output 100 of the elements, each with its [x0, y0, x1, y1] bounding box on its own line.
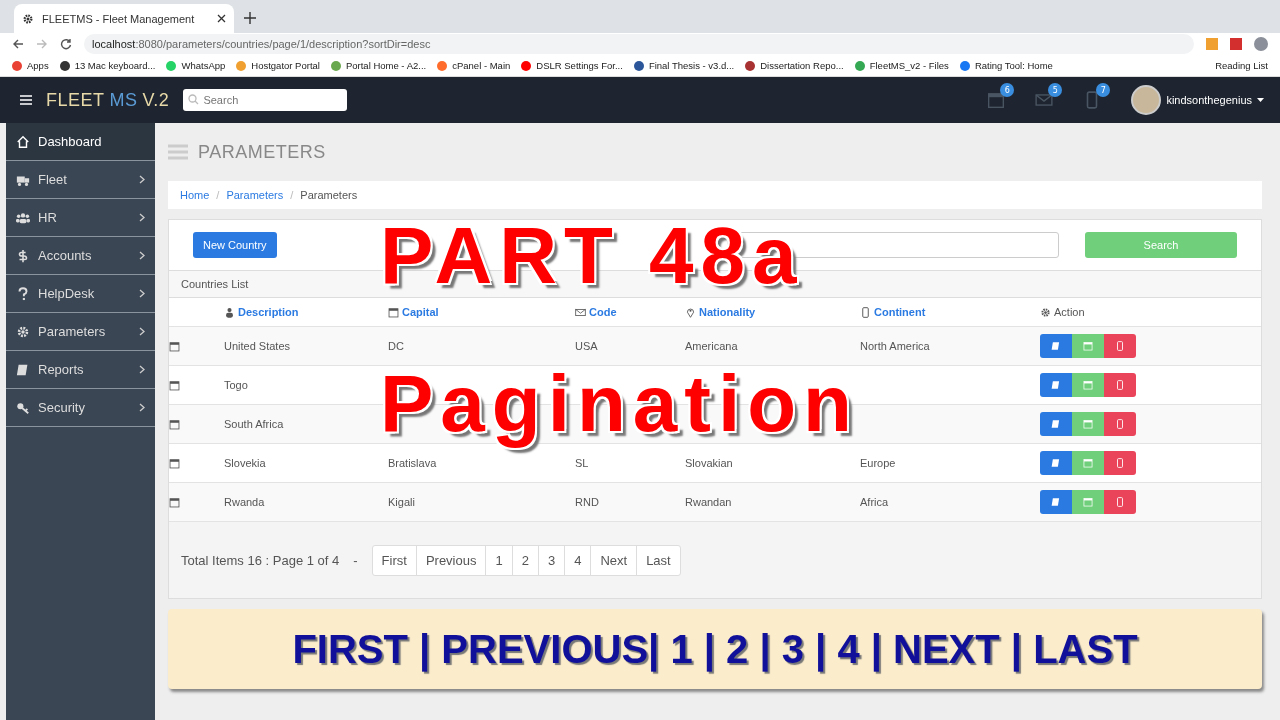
- delete-button[interactable]: [1104, 373, 1136, 397]
- page-link[interactable]: First: [372, 545, 417, 575]
- table-cell-text: Slovekia: [224, 457, 267, 469]
- bookmark[interactable]: Apps: [12, 60, 49, 71]
- page-link[interactable]: 2: [512, 545, 539, 575]
- count-badge: 6: [1000, 83, 1015, 97]
- table-cell-text: Slovakian: [685, 457, 734, 469]
- separator-dash: -: [353, 552, 358, 568]
- view-button[interactable]: [1040, 412, 1072, 436]
- title-banner: FIRST | PREVIOUS| 1 | 2 | 3 | 4 | NEXT | LAST: [168, 609, 1262, 689]
- table-cell-text: United States: [224, 340, 292, 352]
- new-tab-icon[interactable]: [244, 12, 256, 24]
- home-icon: [16, 134, 30, 149]
- chevron-icon: [139, 289, 145, 298]
- column-header: Action: [1054, 306, 1085, 318]
- count-badge: 5: [1048, 83, 1063, 97]
- bookmark[interactable]: WhatsApp: [166, 60, 226, 71]
- breadcrumb-separator: /: [290, 189, 294, 201]
- page-link[interactable]: Previous: [416, 545, 487, 575]
- person-icon: [224, 306, 235, 318]
- sidebar-item[interactable]: Dashboard: [6, 123, 155, 161]
- page-title: PARAMETERS: [198, 141, 326, 163]
- table-cell-text: North America: [860, 340, 931, 352]
- delete-button[interactable]: [1104, 412, 1136, 436]
- title-overlay: Pagination: [380, 358, 860, 450]
- row-icon: [169, 340, 180, 352]
- sidebar-item[interactable]: Parameters: [6, 313, 155, 351]
- question-icon: [16, 286, 30, 301]
- sidebar-item[interactable]: Fleet: [6, 161, 155, 199]
- title-overlay: PART 48a: [380, 210, 805, 302]
- calendar-icon: [388, 306, 399, 318]
- view-button[interactable]: [1040, 451, 1072, 475]
- chevron-icon: [139, 213, 145, 222]
- chevron-icon: [139, 403, 145, 412]
- view-button[interactable]: [1040, 334, 1072, 358]
- chevron-icon: [139, 251, 145, 260]
- reload-icon[interactable]: [60, 38, 72, 50]
- breadcrumb-separator: /: [216, 189, 220, 201]
- column-header[interactable]: Nationality: [699, 306, 756, 318]
- delete-button[interactable]: [1104, 334, 1136, 358]
- chevron-icon: [139, 365, 145, 374]
- breadcrumb-link[interactable]: Parameters: [226, 189, 284, 201]
- browser-tab[interactable]: FLEETMS - Fleet Management: [14, 4, 234, 33]
- page-link[interactable]: 4: [565, 545, 592, 575]
- page-link[interactable]: 3: [538, 545, 566, 575]
- book-icon: [16, 362, 30, 377]
- address-bar[interactable]: localhost:8080/parameters/countries/page/1/description?sortDir=desc: [84, 34, 1194, 54]
- view-button[interactable]: [1040, 490, 1072, 514]
- delete-button[interactable]: [1104, 490, 1136, 514]
- search-icon: [188, 94, 200, 105]
- table-cell-text: DC: [388, 340, 405, 352]
- close-icon[interactable]: [217, 14, 226, 23]
- sidebar-item[interactable]: HR: [6, 199, 155, 237]
- bookmark[interactable]: cPanel - Main: [437, 60, 511, 71]
- list-title: Countries List: [181, 278, 249, 290]
- phone-icon: [860, 306, 871, 318]
- bookmark[interactable]: Final Thesis - v3.d...: [633, 60, 735, 71]
- user-menu[interactable]: kindsonthegenius: [1131, 85, 1264, 115]
- sidebar-item[interactable]: Reports: [6, 351, 155, 389]
- breadcrumb-link[interactable]: Home: [180, 189, 210, 201]
- table-cell-text: Americana: [685, 340, 739, 352]
- new-country-button[interactable]: New Country: [193, 232, 277, 258]
- sidebar-item[interactable]: Security: [6, 389, 155, 427]
- envelope-icon: [575, 306, 586, 318]
- table-cell-text: Kigali: [388, 496, 416, 508]
- page-link[interactable]: Next: [591, 545, 638, 575]
- avatar-icon[interactable]: [1254, 37, 1268, 51]
- people-icon: [16, 210, 30, 225]
- bookmark[interactable]: Dissertation Repo...: [745, 60, 844, 71]
- search-field[interactable]: Search: [183, 89, 348, 111]
- delete-button[interactable]: [1104, 451, 1136, 475]
- table-cell-text: SL: [575, 457, 590, 469]
- view-button[interactable]: [1040, 373, 1072, 397]
- page-link[interactable]: Last: [637, 545, 680, 575]
- envelope-icon: [1035, 91, 1054, 109]
- chevron-icon: [139, 175, 145, 184]
- column-header[interactable]: Continent: [874, 306, 926, 318]
- bookmark[interactable]: Hostgator Portal: [236, 60, 320, 71]
- bookmark[interactable]: FleetMS_v2 - Files: [854, 60, 949, 71]
- bookmark[interactable]: Portal Home - A2...: [330, 60, 427, 71]
- column-header[interactable]: Description: [238, 306, 299, 318]
- column-header[interactable]: Code: [589, 306, 617, 318]
- pin-icon: [685, 306, 696, 318]
- table-cell-text: Rwandan: [685, 496, 733, 508]
- chevron-icon: [139, 327, 145, 336]
- reading-list[interactable]: Reading List: [1215, 60, 1268, 71]
- breadcrumb-current: Parameters: [300, 189, 358, 201]
- bookmark[interactable]: Rating Tool: Home: [959, 60, 1053, 71]
- row-icon: [169, 457, 180, 469]
- sidebar-item[interactable]: Accounts: [6, 237, 155, 275]
- back-icon[interactable]: [12, 38, 24, 50]
- bookmark[interactable]: 13 Mac keyboard...: [59, 60, 156, 71]
- row-icon: [169, 379, 180, 391]
- bookmark[interactable]: DSLR Settings For...: [521, 60, 623, 71]
- sidebar-item[interactable]: HelpDesk: [6, 275, 155, 313]
- forward-icon[interactable]: [36, 38, 48, 50]
- table-cell-text: Bratislava: [388, 457, 438, 469]
- page-link[interactable]: 1: [486, 545, 513, 575]
- column-header[interactable]: Capital: [402, 306, 439, 318]
- row-icon: [169, 418, 180, 430]
